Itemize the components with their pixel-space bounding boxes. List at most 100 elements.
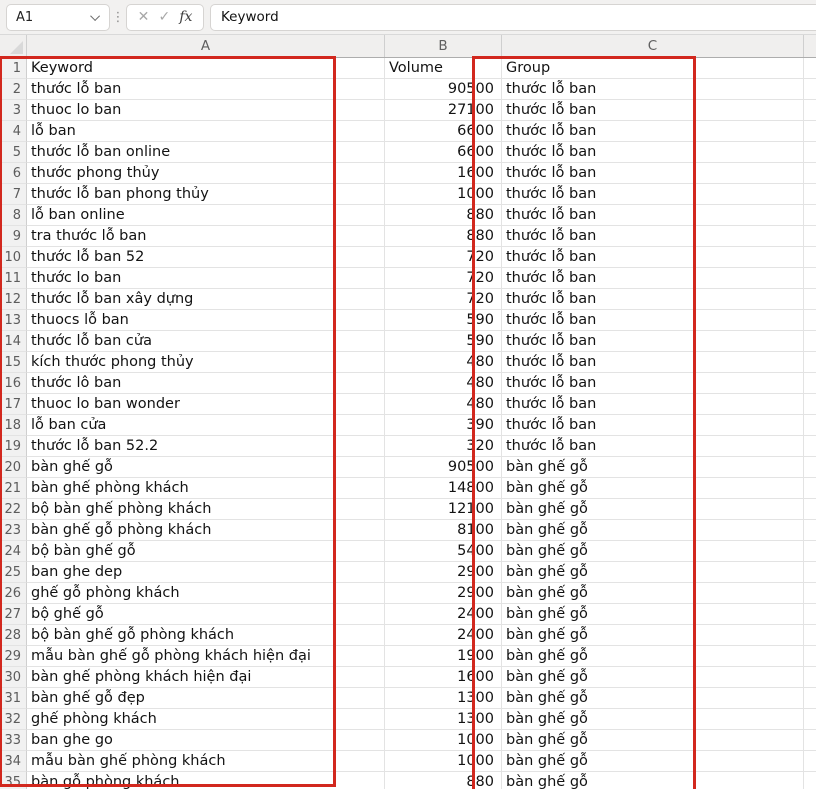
cell-group[interactable]: thước lỗ ban — [502, 394, 804, 415]
cell-keyword[interactable]: bàn ghế gỗ — [27, 457, 385, 478]
cell-d-sliver[interactable] — [804, 58, 816, 79]
row-number[interactable]: 18 — [0, 415, 27, 436]
cell-d-sliver[interactable] — [804, 373, 816, 394]
cell-d-sliver[interactable] — [804, 457, 816, 478]
row-number[interactable]: 33 — [0, 730, 27, 751]
cell-volume[interactable]: 8100 — [385, 520, 502, 541]
row-number[interactable]: 4 — [0, 121, 27, 142]
cell-group[interactable]: bàn ghế gỗ — [502, 604, 804, 625]
cell-d-sliver[interactable] — [804, 499, 816, 520]
column-header-b[interactable]: B — [385, 35, 502, 57]
cell-volume[interactable]: 1900 — [385, 646, 502, 667]
row-number[interactable]: 27 — [0, 604, 27, 625]
row-number[interactable]: 1 — [0, 58, 27, 79]
cell-group[interactable]: thước lỗ ban — [502, 184, 804, 205]
cell-volume[interactable]: 1000 — [385, 184, 502, 205]
cell-keyword[interactable]: thước lỗ ban phong thủy — [27, 184, 385, 205]
select-all-button[interactable] — [0, 35, 27, 57]
cell-keyword[interactable]: ban ghe dep — [27, 562, 385, 583]
cell-group[interactable]: bàn ghế gỗ — [502, 751, 804, 772]
cell-group[interactable]: bàn ghế gỗ — [502, 667, 804, 688]
row-number[interactable]: 10 — [0, 247, 27, 268]
cell-volume[interactable]: 720 — [385, 247, 502, 268]
cell-volume[interactable]: 1300 — [385, 688, 502, 709]
cell-keyword[interactable]: ban ghe go — [27, 730, 385, 751]
cell-keyword[interactable]: bàn gỗ phòng khách — [27, 772, 385, 789]
cell-keyword[interactable]: thước lô ban — [27, 373, 385, 394]
cell-group[interactable]: bàn ghế gỗ — [502, 709, 804, 730]
cell-volume[interactable]: 480 — [385, 373, 502, 394]
cell-d-sliver[interactable] — [804, 226, 816, 247]
formula-bar-input[interactable]: Keyword — [210, 4, 816, 31]
cell-group[interactable]: thước lỗ ban — [502, 436, 804, 457]
cell-d-sliver[interactable] — [804, 751, 816, 772]
row-number[interactable]: 14 — [0, 331, 27, 352]
row-number[interactable]: 19 — [0, 436, 27, 457]
cell-group[interactable]: thước lỗ ban — [502, 205, 804, 226]
cell-d-sliver[interactable] — [804, 352, 816, 373]
cell-d-sliver[interactable] — [804, 268, 816, 289]
cell-group[interactable]: thước lỗ ban — [502, 100, 804, 121]
cell-group[interactable]: bàn ghế gỗ — [502, 499, 804, 520]
cell-group[interactable]: thước lỗ ban — [502, 289, 804, 310]
cell-group[interactable]: thước lỗ ban — [502, 142, 804, 163]
cell-volume[interactable]: 2400 — [385, 604, 502, 625]
cell-group[interactable]: thước lỗ ban — [502, 163, 804, 184]
cell-d-sliver[interactable] — [804, 331, 816, 352]
cell-volume[interactable]: 6600 — [385, 121, 502, 142]
cell-d-sliver[interactable] — [804, 205, 816, 226]
cell-keyword[interactable]: lỗ ban online — [27, 205, 385, 226]
row-number[interactable]: 9 — [0, 226, 27, 247]
row-number[interactable]: 28 — [0, 625, 27, 646]
cell-group[interactable]: bàn ghế gỗ — [502, 457, 804, 478]
cell-volume[interactable]: 480 — [385, 352, 502, 373]
cell-keyword[interactable]: ghế gỗ phòng khách — [27, 583, 385, 604]
cell-d-sliver[interactable] — [804, 121, 816, 142]
cell-group[interactable]: bàn ghế gỗ — [502, 478, 804, 499]
cell-keyword[interactable]: mẫu bàn ghế gỗ phòng khách hiện đại — [27, 646, 385, 667]
row-number[interactable]: 21 — [0, 478, 27, 499]
cell-group[interactable]: bàn ghế gỗ — [502, 688, 804, 709]
cell-keyword[interactable]: thước lo ban — [27, 268, 385, 289]
cell-group[interactable]: thước lỗ ban — [502, 268, 804, 289]
row-number[interactable]: 24 — [0, 541, 27, 562]
cell-d-sliver[interactable] — [804, 667, 816, 688]
cell-d-sliver[interactable] — [804, 79, 816, 100]
cell-keyword[interactable]: lỗ ban — [27, 121, 385, 142]
cell-d-sliver[interactable] — [804, 604, 816, 625]
row-number[interactable]: 8 — [0, 205, 27, 226]
row-number[interactable]: 2 — [0, 79, 27, 100]
row-number[interactable]: 16 — [0, 373, 27, 394]
cell-keyword[interactable]: thước lỗ ban cửa — [27, 331, 385, 352]
cell-d-sliver[interactable] — [804, 520, 816, 541]
cell-volume[interactable]: 390 — [385, 415, 502, 436]
chevron-down-icon[interactable] — [90, 11, 100, 21]
cell-d-sliver[interactable] — [804, 142, 816, 163]
cell-keyword[interactable]: thước lỗ ban online — [27, 142, 385, 163]
cell-volume[interactable]: 90500 — [385, 79, 502, 100]
cell-group[interactable]: bàn ghế gỗ — [502, 772, 804, 789]
cell-volume[interactable]: 6600 — [385, 142, 502, 163]
cell-keyword[interactable]: mẫu bàn ghế phòng khách — [27, 751, 385, 772]
cell-d-sliver[interactable] — [804, 289, 816, 310]
cell-group[interactable]: thước lỗ ban — [502, 352, 804, 373]
cell-d-sliver[interactable] — [804, 100, 816, 121]
cell-keyword[interactable]: thước phong thủy — [27, 163, 385, 184]
cell-d-sliver[interactable] — [804, 436, 816, 457]
cell-keyword[interactable]: thuoc lo ban — [27, 100, 385, 121]
cell-volume[interactable]: 90500 — [385, 457, 502, 478]
row-number[interactable]: 17 — [0, 394, 27, 415]
cell-d-sliver[interactable] — [804, 478, 816, 499]
cell-keyword[interactable]: thước lỗ ban — [27, 79, 385, 100]
cell-volume[interactable]: 590 — [385, 331, 502, 352]
column-header-c[interactable]: C — [502, 35, 804, 57]
cell-d-sliver[interactable] — [804, 184, 816, 205]
row-number[interactable]: 29 — [0, 646, 27, 667]
cell-volume[interactable]: 320 — [385, 436, 502, 457]
cell-d-sliver[interactable] — [804, 625, 816, 646]
cell-keyword[interactable]: ghế phòng khách — [27, 709, 385, 730]
row-number[interactable]: 34 — [0, 751, 27, 772]
cell-volume[interactable]: 880 — [385, 205, 502, 226]
row-number[interactable]: 3 — [0, 100, 27, 121]
row-number[interactable]: 35 — [0, 772, 27, 789]
